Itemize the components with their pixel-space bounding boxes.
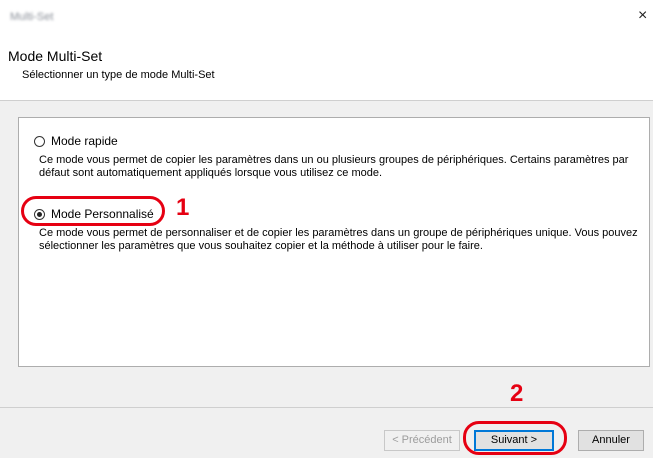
previous-button[interactable]: < Précédent bbox=[384, 430, 460, 451]
option-description-mode-personnalise: Ce mode vous permet de personnaliser et … bbox=[39, 227, 638, 252]
option-label-mode-personnalise: Mode Personnalisé bbox=[51, 207, 154, 221]
next-button[interactable]: Suivant > bbox=[474, 430, 554, 451]
cancel-button[interactable]: Annuler bbox=[578, 430, 644, 451]
option-mode-rapide[interactable]: Mode rapide bbox=[34, 134, 118, 148]
option-mode-personnalise[interactable]: Mode Personnalisé bbox=[34, 207, 154, 221]
option-label-mode-rapide: Mode rapide bbox=[51, 134, 118, 148]
wizard-footer: < Précédent Suivant > Annuler bbox=[0, 407, 653, 458]
radio-mode-personnalise[interactable] bbox=[34, 208, 45, 220]
title-bar: Multi-Set × bbox=[0, 0, 653, 38]
close-icon[interactable]: × bbox=[638, 7, 647, 25]
page-title: Mode Multi-Set bbox=[8, 48, 103, 64]
radio-mode-rapide[interactable] bbox=[34, 135, 45, 147]
window-title: Multi-Set bbox=[10, 11, 54, 23]
page-subtitle: Sélectionner un type de mode Multi-Set bbox=[22, 69, 215, 81]
wizard-body: Mode rapide Ce mode vous permet de copie… bbox=[0, 101, 653, 407]
mode-options-panel: Mode rapide Ce mode vous permet de copie… bbox=[18, 117, 650, 367]
wizard-header: Mode Multi-Set Sélectionner un type de m… bbox=[0, 38, 653, 101]
callout-number-1: 1 bbox=[176, 194, 190, 221]
callout-number-2: 2 bbox=[510, 380, 524, 407]
option-description-mode-rapide: Ce mode vous permet de copier les paramè… bbox=[39, 154, 629, 179]
